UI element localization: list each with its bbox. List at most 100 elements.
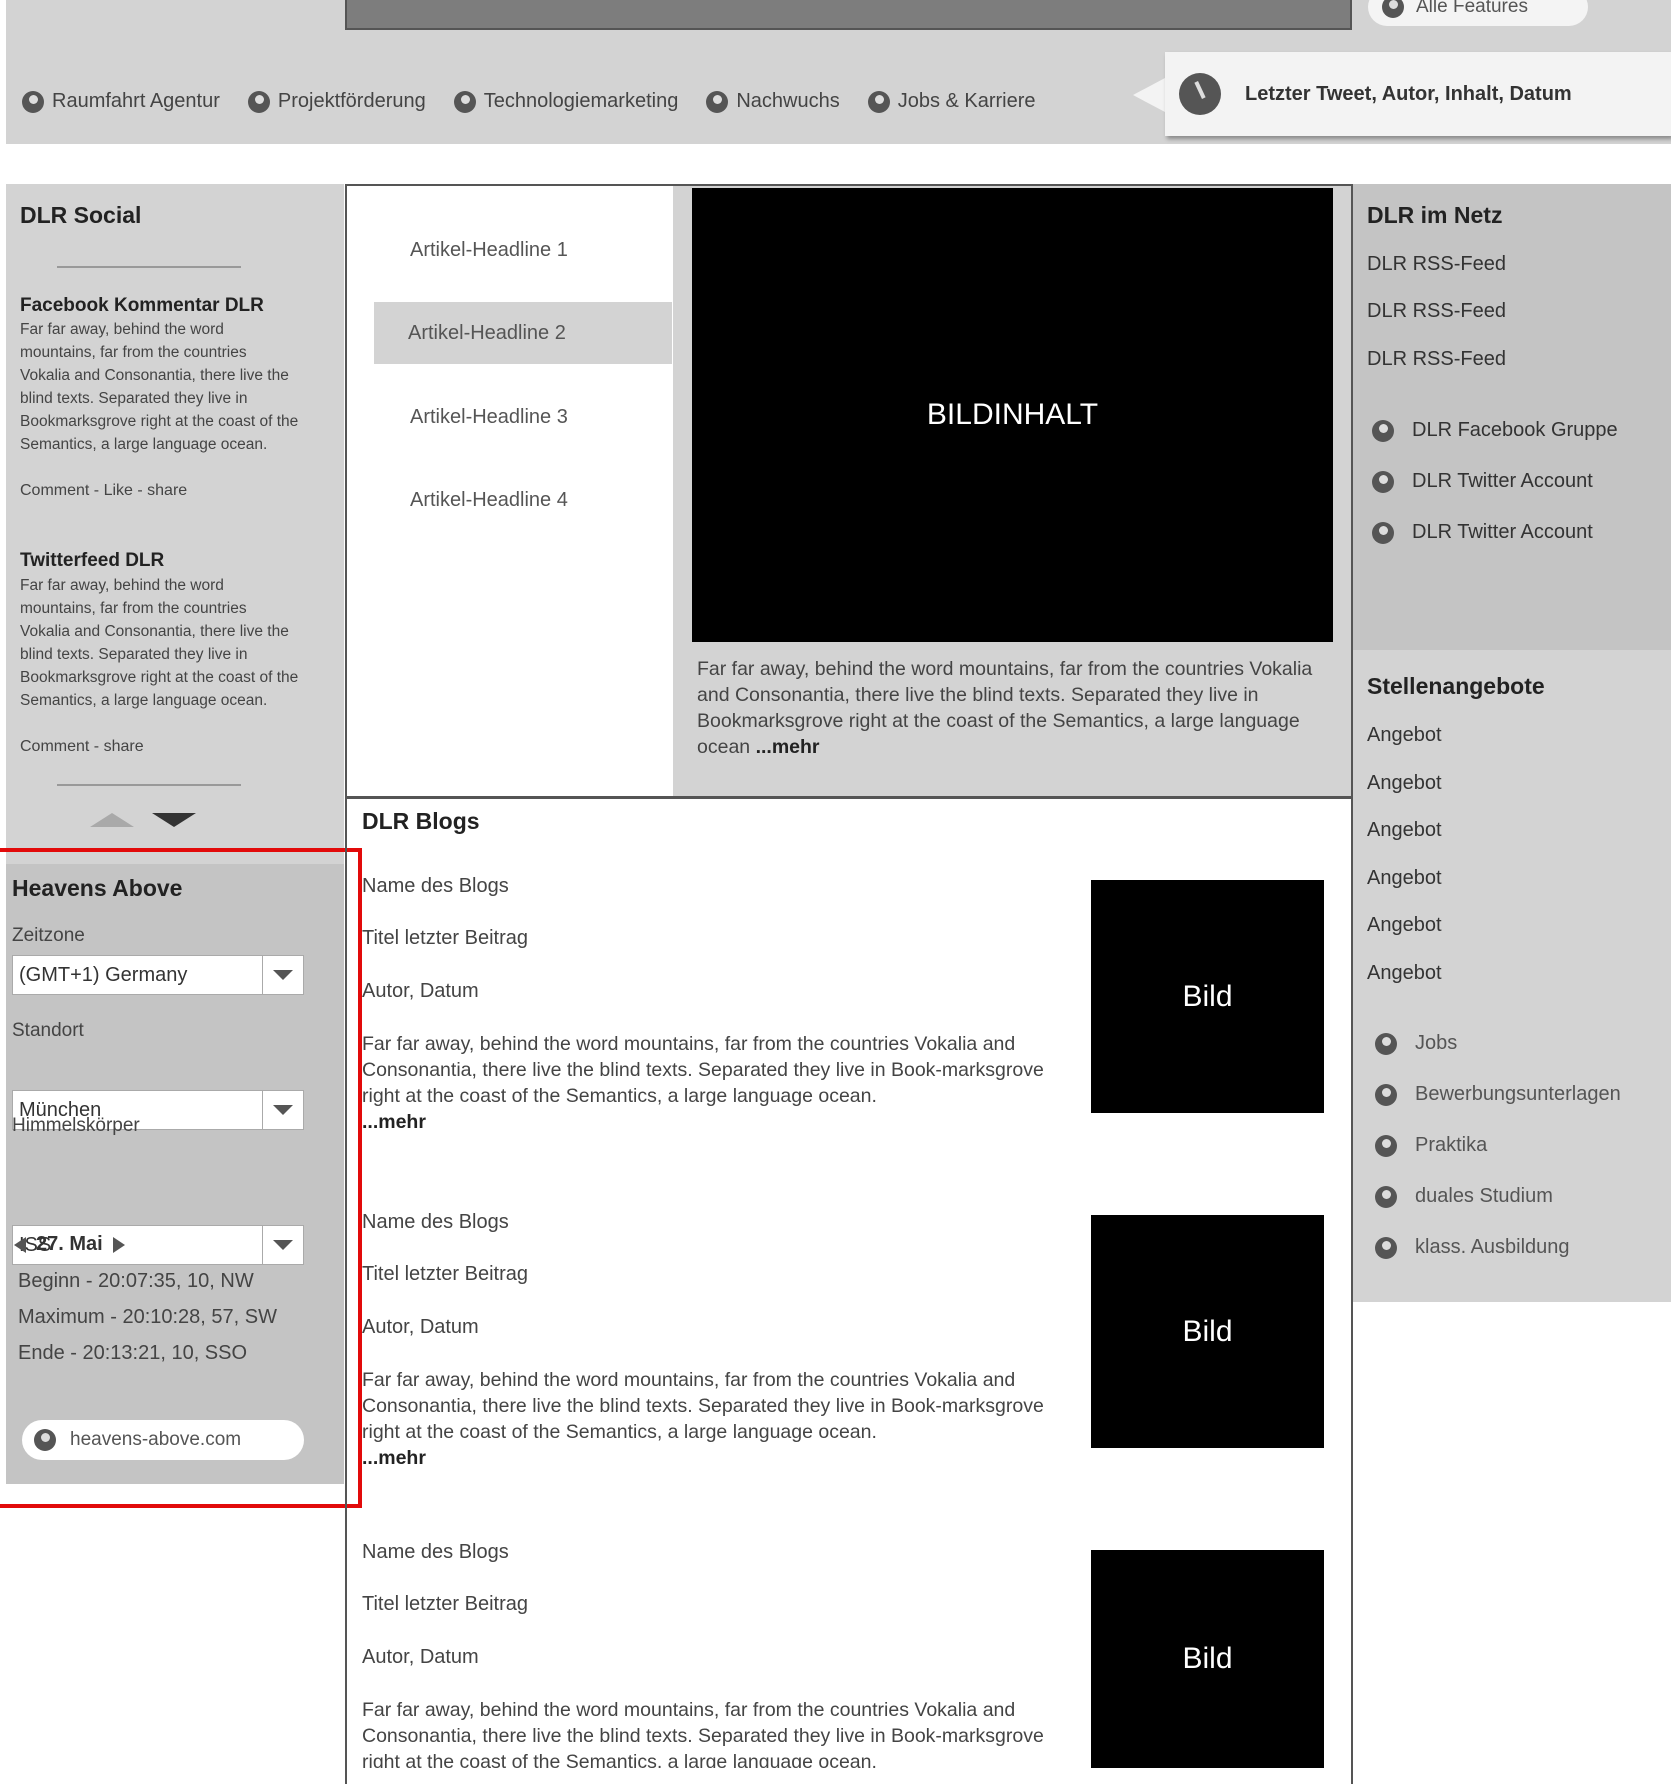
blog-author-date: Autor, Datum — [362, 980, 479, 1002]
blog-name[interactable]: Name des Blogs — [362, 875, 509, 898]
nav-projektfoerderung[interactable]: Projektförderung — [247, 90, 426, 113]
article-headline-3[interactable]: Artikel-Headline 3 — [410, 406, 568, 429]
article-headline-4[interactable]: Artikel-Headline 4 — [410, 489, 568, 512]
blog-post-title[interactable]: Titel letzter Beitrag — [362, 927, 528, 950]
nav-label: Technologiemarketing — [483, 90, 679, 112]
link-label: DLR Twitter Account — [1412, 521, 1593, 543]
link-label: Jobs — [1415, 1032, 1458, 1054]
read-more-link[interactable]: ...mehr — [756, 736, 820, 758]
nav-jobs-karriere[interactable]: Jobs & Karriere — [867, 90, 1036, 113]
text-line: Vokalia and Consonantia, there live the — [20, 367, 289, 384]
link-label: klass. Ausbildung — [1415, 1236, 1570, 1258]
search-bar[interactable] — [345, 0, 1352, 30]
nav-label: Nachwuchs — [736, 90, 840, 112]
main-nav: Raumfahrt Agentur Projektförderung Techn… — [22, 90, 1036, 113]
blog-excerpt-text: Far far away, behind the word mountains,… — [362, 1699, 1044, 1768]
nav-nachwuchs[interactable]: Nachwuchs — [706, 90, 840, 113]
bewerbungsunterlagen-link[interactable]: Bewerbungsunterlagen — [1375, 1083, 1621, 1106]
nav-raumfahrt-agentur[interactable]: Raumfahrt Agentur — [22, 90, 220, 113]
divider — [57, 784, 241, 786]
arrow-circle-icon — [22, 90, 44, 113]
arrow-circle-icon — [1375, 1236, 1397, 1259]
jobs-link[interactable]: Jobs — [1375, 1032, 1457, 1055]
text-line: Vokalia and Consonantia, there live the — [20, 623, 289, 640]
arrow-circle-icon — [453, 90, 476, 113]
read-more-link[interactable]: ...mehr — [362, 1447, 426, 1469]
divider — [57, 266, 241, 268]
blog-name[interactable]: Name des Blogs — [362, 1541, 509, 1564]
arrow-circle-icon — [1375, 1083, 1397, 1106]
link-label: Bewerbungsunterlagen — [1415, 1083, 1621, 1105]
text-line: Semantics, a large language ocean. — [20, 436, 268, 453]
social-title: DLR Social — [20, 202, 142, 228]
blog-name[interactable]: Name des Blogs — [362, 1211, 509, 1234]
arrow-circle-icon — [867, 90, 890, 113]
facebook-group-link[interactable]: DLR Facebook Gruppe — [1372, 419, 1618, 442]
link-label: DLR Twitter Account — [1412, 470, 1593, 492]
twitter-actions[interactable]: Comment - share — [20, 738, 144, 756]
blog-excerpt-text: Far far away, behind the word mountains,… — [362, 1369, 1044, 1443]
twitter-heading: Twitterfeed DLR — [20, 550, 165, 571]
nav-technologiemarketing[interactable]: Technologiemarketing — [453, 90, 679, 113]
facebook-actions[interactable]: Comment - Like - share — [20, 482, 187, 500]
blog-post-title[interactable]: Titel letzter Beitrag — [362, 1593, 528, 1616]
blog-excerpt: Far far away, behind the word mountains,… — [362, 1031, 1062, 1135]
text-line: Far far away, behind the word — [20, 321, 224, 338]
rss-feed-link[interactable]: DLR RSS-Feed — [1367, 300, 1506, 323]
arrow-circle-icon — [247, 90, 270, 113]
blog-excerpt-text: Far far away, behind the word mountains,… — [362, 1033, 1044, 1107]
section-divider — [345, 796, 1353, 799]
arrow-circle-icon — [1372, 419, 1394, 442]
scroll-up-icon[interactable] — [90, 813, 134, 827]
nav-label: Raumfahrt Agentur — [52, 90, 220, 112]
job-offer-link[interactable]: Angebot — [1367, 962, 1442, 985]
article-headline-2[interactable]: Artikel-Headline 2 — [408, 322, 566, 345]
blog-author-date: Autor, Datum — [362, 1316, 479, 1338]
text-line: Far far away, behind the word — [20, 577, 224, 594]
job-offer-link[interactable]: Angebot — [1367, 772, 1442, 795]
text-line: mountains, far from the countries — [20, 600, 247, 617]
text-line: mountains, far from the countries — [20, 344, 247, 361]
twitter-account-link[interactable]: DLR Twitter Account — [1372, 521, 1593, 544]
blog-post-title[interactable]: Titel letzter Beitrag — [362, 1263, 528, 1286]
blog-image[interactable]: Bild — [1091, 1215, 1324, 1448]
blog-excerpt: Far far away, behind the word mountains,… — [362, 1367, 1062, 1471]
dlr-social-panel — [6, 184, 344, 864]
text-line: Bookmarksgrove right at the coast of the — [20, 413, 299, 430]
latest-tweet[interactable]: Letzter Tweet, Autor, Inhalt, Datum — [1165, 52, 1671, 136]
blogs-title: DLR Blogs — [362, 808, 480, 834]
job-offer-link[interactable]: Angebot — [1367, 724, 1442, 747]
job-offer-link[interactable]: Angebot — [1367, 819, 1442, 842]
rss-feed-link[interactable]: DLR RSS-Feed — [1367, 348, 1506, 371]
arrow-circle-icon — [1375, 1032, 1397, 1055]
scroll-down-icon[interactable] — [152, 813, 196, 827]
stellen-title: Stellenangebote — [1367, 673, 1545, 699]
praktika-link[interactable]: Praktika — [1375, 1134, 1487, 1157]
link-label: Praktika — [1415, 1134, 1488, 1156]
arrow-circle-icon — [706, 90, 729, 113]
job-offer-link[interactable]: Angebot — [1367, 914, 1442, 937]
highlight-frame — [0, 848, 362, 1508]
blog-image[interactable]: Bild — [1091, 1550, 1324, 1768]
ausbildung-link[interactable]: klass. Ausbildung — [1375, 1236, 1570, 1259]
nav-label: Projektförderung — [277, 90, 426, 112]
nav-label: Jobs & Karriere — [897, 90, 1036, 112]
blog-excerpt: Far far away, behind the word mountains,… — [362, 1697, 1062, 1768]
job-offer-link[interactable]: Angebot — [1367, 867, 1442, 890]
link-label: duales Studium — [1415, 1185, 1553, 1207]
article-headline-1[interactable]: Artikel-Headline 1 — [410, 239, 568, 262]
rss-feed-link[interactable]: DLR RSS-Feed — [1367, 253, 1506, 276]
all-features-button[interactable]: Alle Features — [1368, 0, 1588, 26]
text-line: Bookmarksgrove right at the coast of the — [20, 669, 299, 686]
duales-studium-link[interactable]: duales Studium — [1375, 1185, 1553, 1208]
link-label: DLR Facebook Gruppe — [1412, 419, 1618, 441]
twitter-account-link[interactable]: DLR Twitter Account — [1372, 470, 1593, 493]
arrow-circle-icon — [1382, 0, 1404, 18]
latest-tweet-text: Letzter Tweet, Autor, Inhalt, Datum — [1245, 82, 1572, 105]
twitter-feed-text: Far far away, behind the word mountains,… — [20, 574, 340, 712]
featured-image[interactable]: BILDINHALT — [692, 188, 1333, 642]
blog-author-date: Autor, Datum — [362, 1646, 479, 1668]
blog-image[interactable]: Bild — [1091, 880, 1324, 1113]
read-more-link[interactable]: ...mehr — [362, 1111, 426, 1133]
arrow-circle-icon — [1372, 470, 1394, 493]
